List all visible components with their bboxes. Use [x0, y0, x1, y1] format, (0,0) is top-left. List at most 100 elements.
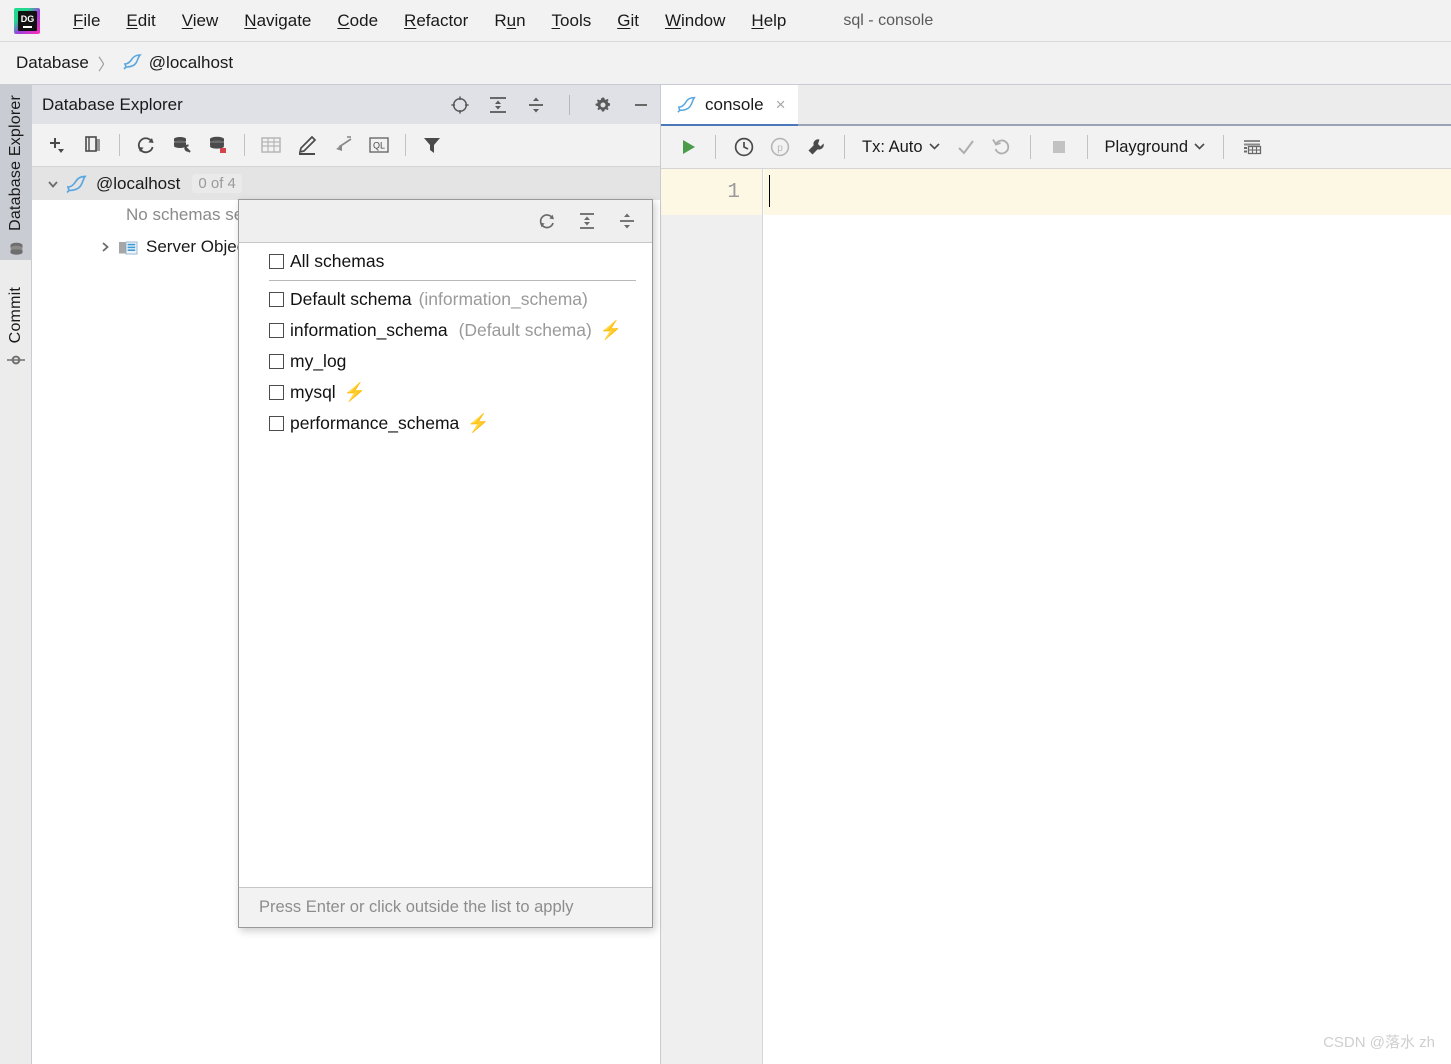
schema-option-label: mysql: [290, 382, 336, 402]
server-objects-icon: [118, 238, 138, 256]
stop-square-icon: [1043, 132, 1075, 162]
schema-option-information-schema[interactable]: information_schema (Default schema) ⚡: [239, 315, 652, 346]
wrench-icon[interactable]: [800, 132, 832, 162]
checkbox[interactable]: [269, 416, 284, 431]
breadcrumb: Database 〉 @localhost: [0, 42, 1451, 85]
divider: [1029, 135, 1031, 159]
watermark: CSDN @落水 zh: [1323, 1034, 1435, 1051]
checkbox[interactable]: [269, 323, 284, 338]
schema-label: Playground: [1104, 137, 1189, 156]
panel-title: Database Explorer: [42, 94, 183, 114]
crosshair-icon[interactable]: [449, 94, 471, 116]
schema-option-all[interactable]: All schemas: [239, 246, 652, 277]
tree-node-label: @localhost: [96, 173, 181, 193]
table-grid-icon: [256, 131, 286, 159]
menu-view[interactable]: View: [169, 8, 232, 34]
sidebar-item-database-explorer[interactable]: Database Explorer: [0, 85, 32, 260]
breadcrumb-separator-icon: 〉: [97, 57, 114, 74]
bolt-icon: ⚡: [599, 320, 623, 340]
refresh-icon[interactable]: [131, 131, 161, 159]
divider: [405, 134, 406, 156]
checkbox[interactable]: [269, 254, 284, 269]
schema-option-performance-schema[interactable]: performance_schema ⚡: [239, 408, 652, 439]
close-icon[interactable]: ×: [776, 95, 786, 115]
tree-row[interactable]: @localhost 0 of 4: [32, 167, 660, 200]
tx-mode-label: Tx: Auto: [862, 137, 923, 156]
run-triangle-icon[interactable]: [673, 132, 703, 162]
mysql-dolphin-icon: [123, 52, 143, 75]
tab-console[interactable]: console ×: [661, 85, 798, 126]
menu-items: File Edit View Navigate Code Refactor Ru…: [60, 8, 799, 34]
schema-option-label: All schemas: [290, 251, 385, 271]
menu-navigate[interactable]: Navigate: [231, 8, 324, 34]
chevron-right-icon[interactable]: [92, 240, 118, 254]
p-circle-icon: p: [764, 132, 796, 162]
plus-dropdown-icon[interactable]: [42, 131, 72, 159]
refresh-icon[interactable]: [536, 210, 558, 232]
ql-console-icon[interactable]: QL: [364, 131, 394, 159]
grid-output-icon[interactable]: [1236, 132, 1270, 162]
breadcrumb-node[interactable]: @localhost: [149, 53, 233, 73]
db-red-icon[interactable]: [203, 131, 233, 159]
datagrip-logo-icon: DG: [14, 7, 40, 34]
funnel-icon[interactable]: [417, 131, 447, 159]
schema-options-list: All schemas Default schema (information_…: [239, 243, 652, 887]
check-icon: [950, 132, 982, 162]
menu-file[interactable]: File: [60, 8, 113, 34]
collapse-all-icon[interactable]: [616, 210, 638, 232]
schema-option-default[interactable]: Default schema (information_schema): [239, 284, 652, 315]
breadcrumb-root[interactable]: Database: [16, 53, 89, 73]
schema-option-suffix: (Default schema): [458, 320, 592, 340]
sql-editor[interactable]: 1: [661, 169, 1451, 1064]
divider: [1223, 135, 1225, 159]
divider: [119, 134, 120, 156]
tx-mode-dropdown[interactable]: Tx: Auto: [857, 132, 946, 162]
divider: [715, 135, 716, 159]
rollback-icon: [986, 132, 1018, 162]
expand-all-icon[interactable]: [576, 210, 598, 232]
popup-footer-hint: Press Enter or click outside the list to…: [239, 887, 652, 927]
checkbox[interactable]: [269, 385, 284, 400]
checkbox[interactable]: [269, 292, 284, 307]
schema-option-label: my_log: [290, 351, 347, 371]
line-number-gutter: 1: [661, 169, 763, 1064]
menu-edit[interactable]: Edit: [113, 8, 168, 34]
schema-option-my-log[interactable]: my_log: [239, 346, 652, 377]
schema-dropdown[interactable]: Playground: [1100, 132, 1211, 162]
sidebar-item-label: Database Explorer: [7, 95, 24, 231]
collapse-all-icon[interactable]: [525, 94, 547, 116]
menu-git[interactable]: Git: [604, 8, 652, 34]
schema-selection-popup: All schemas Default schema (information_…: [238, 199, 653, 928]
minimize-icon[interactable]: [630, 94, 652, 116]
tool-window-stripe: Database Explorer Commit: [0, 85, 32, 1064]
editor-tab-bar: console ×: [661, 85, 1451, 126]
database-explorer-toolbar: QL: [32, 124, 660, 167]
clock-icon[interactable]: [728, 132, 760, 162]
line-number: 1: [661, 169, 762, 215]
jump-arrow-icon[interactable]: [328, 131, 358, 159]
menu-refactor[interactable]: Refactor: [391, 8, 481, 34]
popup-header: [239, 200, 652, 243]
chevron-down-icon[interactable]: [40, 177, 66, 191]
copy-icon[interactable]: [78, 131, 108, 159]
pencil-icon[interactable]: [292, 131, 322, 159]
menu-code[interactable]: Code: [324, 8, 391, 34]
menu-run[interactable]: Run: [481, 8, 538, 34]
datagrip-window: DG File Edit View Navigate Code Refactor…: [0, 0, 1451, 1064]
menu-help[interactable]: Help: [738, 8, 799, 34]
sidebar-item-label: Commit: [7, 287, 24, 344]
schema-option-mysql[interactable]: mysql ⚡: [239, 377, 652, 408]
expand-all-icon[interactable]: [487, 94, 509, 116]
db-wrench-icon[interactable]: [167, 131, 197, 159]
mysql-dolphin-icon: [66, 174, 88, 193]
caret-line-highlight: [764, 169, 1451, 215]
sidebar-item-commit[interactable]: Commit: [0, 277, 32, 387]
divider: [269, 280, 636, 281]
bolt-icon: ⚡: [343, 382, 367, 402]
chevron-down-icon: [1193, 140, 1206, 154]
menu-tools[interactable]: Tools: [539, 8, 605, 34]
database-icon: [8, 241, 25, 263]
checkbox[interactable]: [269, 354, 284, 369]
menu-window[interactable]: Window: [652, 8, 738, 34]
gear-icon[interactable]: [592, 94, 614, 116]
